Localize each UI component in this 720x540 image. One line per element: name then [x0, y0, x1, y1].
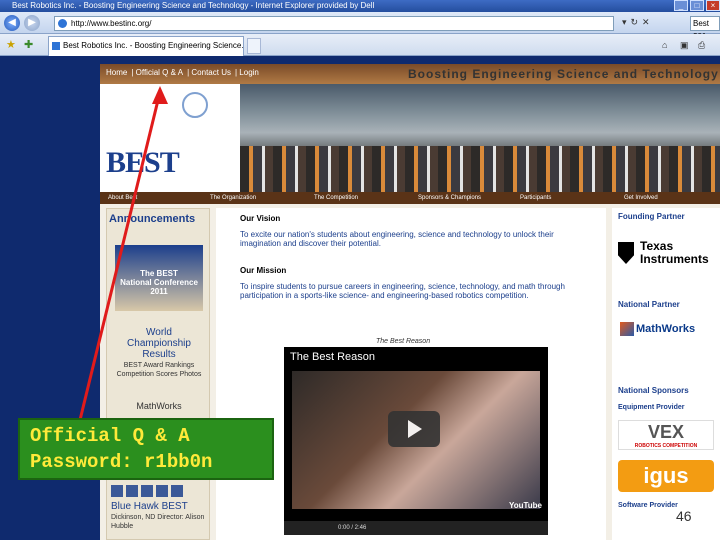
url-text: http://www.bestinc.org/ [71, 19, 152, 28]
equipment-provider-heading: Equipment Provider [618, 404, 685, 411]
annotation-line2: Password: r1bb0n [30, 451, 213, 473]
video-title: The Best Reason [290, 351, 375, 363]
left-column: Announcements The BEST National Conferen… [106, 208, 210, 540]
world-championship-link[interactable]: World Championship Results [113, 327, 205, 360]
nav-home[interactable]: Home [106, 68, 127, 77]
nav-contact-us[interactable]: Contact Us [191, 68, 231, 77]
tab-best-robotics[interactable]: Best Robotics Inc. - Boosting Engineerin… [48, 36, 244, 56]
tab-bar: ★ ✚ Best Robotics Inc. - Boosting Engine… [0, 34, 720, 56]
nav-official-qa[interactable]: Official Q & A [136, 68, 183, 77]
mission-text: To inspire students to pursue careers in… [240, 282, 565, 300]
minimize-button[interactable]: _ [674, 0, 688, 11]
linkedin-icon[interactable] [141, 485, 153, 497]
vision-text: To excite our nation's students about en… [240, 230, 554, 248]
site-top-nav: Home | Official Q & A | Contact Us | Login … [100, 64, 720, 84]
mission-heading: Our Mission [240, 266, 287, 275]
mathworks-logo[interactable]: MathWorks [618, 320, 714, 338]
window-title: Best Robotics Inc. - Boosting Engineerin… [12, 1, 375, 10]
close-button[interactable]: × [706, 0, 720, 11]
flickr-icon[interactable] [156, 485, 168, 497]
slide-number: 46 [676, 508, 692, 524]
texas-instruments-logo[interactable]: Texas Instruments [618, 240, 714, 280]
vision-heading: Our Vision [240, 214, 281, 223]
site-tagline: Boosting Engineering Science and Technol… [408, 67, 719, 81]
tab-label: Best Robotics Inc. - Boosting Engineerin… [63, 41, 244, 50]
social-icon[interactable] [111, 485, 123, 497]
video-controls[interactable]: 0:00 / 2:46 [284, 521, 548, 535]
atom-icon [182, 92, 208, 118]
facebook-icon[interactable] [126, 485, 138, 497]
youtube-icon[interactable] [171, 485, 183, 497]
print-icon[interactable]: ⎙ [698, 40, 705, 51]
mathworks-link[interactable]: MathWorks [113, 401, 205, 411]
natconf-line2: National Conference [120, 278, 198, 287]
maximize-button[interactable]: □ [690, 0, 704, 11]
world-championship-sublinks[interactable]: BEST Award Rankings Competition Scores P… [113, 361, 205, 379]
national-conference-banner[interactable]: The BEST National Conference 2011 [115, 245, 203, 311]
annotation-box: Official Q & A Password: r1bb0n [18, 418, 274, 480]
site-favicon-icon [52, 42, 60, 50]
social-icons [111, 485, 207, 497]
annotation-line1: Official Q & A [30, 425, 190, 447]
right-column: Founding Partner Texas Instruments Natio… [612, 208, 720, 540]
video-time: 0:00 / 2:46 [338, 525, 367, 531]
software-provider-heading: Software Provider [618, 502, 678, 509]
subnav-sponsors[interactable]: Sponsors & Champions [418, 192, 481, 204]
natconf-line3: 2011 [150, 287, 168, 296]
national-sponsors-heading: National Sponsors [618, 386, 689, 395]
refresh-stop-icons[interactable]: ▾↻✕ [622, 17, 654, 28]
bluehawk-heading[interactable]: Blue Hawk BEST [111, 501, 207, 512]
subnav-organization[interactable]: The Organization [210, 192, 256, 204]
feeds-icon[interactable]: ▣ [680, 40, 689, 51]
site-sub-nav: About Best The Organization The Competit… [100, 192, 720, 204]
subnav-competition[interactable]: The Competition [314, 192, 358, 204]
video-caption: The Best Reason [376, 338, 431, 345]
igus-logo[interactable]: igus [618, 460, 714, 492]
home-icon[interactable]: ⌂ [662, 40, 667, 50]
logo-text: BEST [106, 146, 180, 179]
search-input[interactable]: Best 201 [690, 16, 720, 41]
vex-logo[interactable]: VEX ROBOTICS COMPETITION [618, 420, 714, 450]
national-partner-heading: National Partner [618, 300, 680, 309]
address-bar: ◀ ▶ http://www.bestinc.org/ ▾↻✕ Best 201 [0, 12, 720, 41]
vex-subtext: ROBOTICS COMPETITION [634, 443, 698, 449]
announcements-heading: Announcements [109, 213, 196, 225]
vex-text: VEX [647, 422, 685, 442]
add-favorite-icon[interactable]: ✚ [24, 38, 33, 51]
window-title-bar: Best Robotics Inc. - Boosting Engineerin… [0, 0, 720, 12]
video-player[interactable]: The Best Reason YouTube 0:00 / 2:46 [284, 347, 548, 535]
best-logo[interactable]: BEST [100, 84, 240, 192]
window-controls: _ □ × [674, 0, 720, 11]
bluehawk-details: Dickinson, ND Director: Alison Hubble [111, 514, 205, 530]
url-field[interactable]: http://www.bestinc.org/ [54, 16, 614, 31]
header-photo [240, 84, 720, 192]
subnav-participants[interactable]: Participants [520, 192, 551, 204]
subnav-about[interactable]: About Best [108, 192, 137, 204]
main-column: Our Vision To excite our nation's studen… [216, 208, 606, 540]
subnav-get-involved[interactable]: Get Involved [624, 192, 658, 204]
new-tab-button[interactable] [247, 38, 261, 54]
founding-partner-heading: Founding Partner [618, 212, 685, 221]
ie-icon [58, 19, 67, 28]
forward-button[interactable]: ▶ [24, 15, 40, 31]
natconf-line1: The BEST [140, 269, 178, 278]
nav-login[interactable]: Login [239, 68, 259, 77]
favorites-star-icon[interactable]: ★ [6, 38, 16, 51]
back-button[interactable]: ◀ [4, 15, 20, 31]
play-button[interactable] [388, 411, 440, 447]
youtube-logo[interactable]: YouTube [509, 501, 542, 510]
